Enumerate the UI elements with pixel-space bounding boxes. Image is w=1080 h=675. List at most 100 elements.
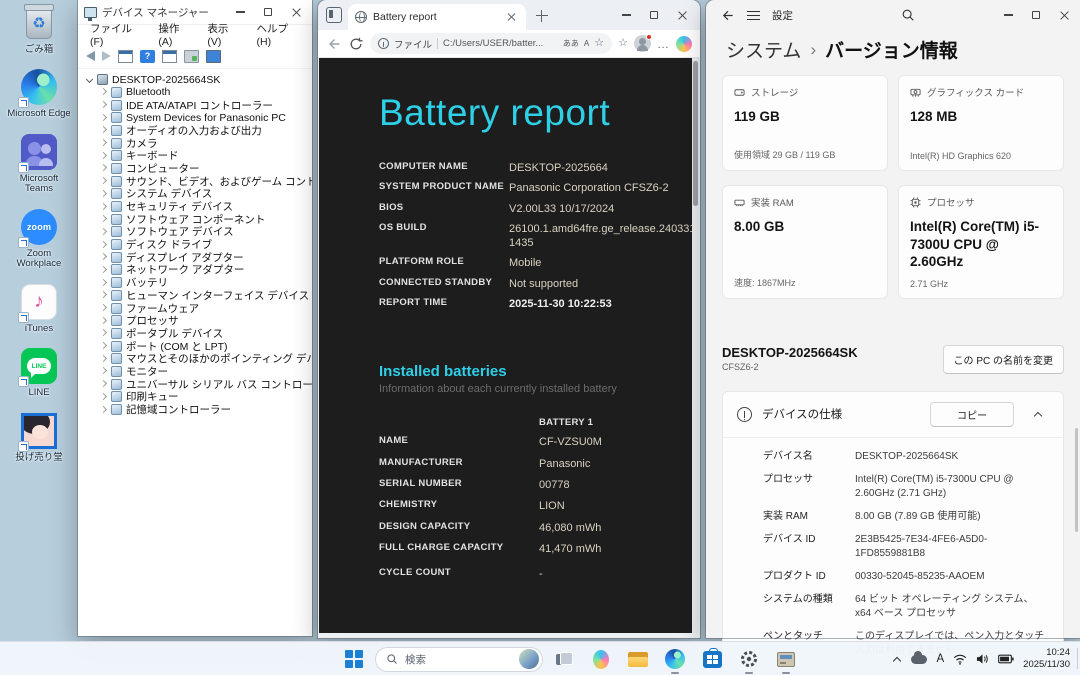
- desktop-icon-line[interactable]: LINE LINE: [5, 347, 73, 398]
- collapse-chevron-icon[interactable]: [1034, 410, 1043, 419]
- expand-chevron-icon[interactable]: [98, 289, 110, 301]
- browser-menu-icon[interactable]: …: [657, 37, 670, 51]
- file-explorer-button[interactable]: [622, 644, 654, 674]
- expand-chevron-icon[interactable]: [98, 175, 110, 187]
- browser-tab[interactable]: Battery report: [348, 4, 526, 30]
- read-aloud-icon[interactable]: A: [584, 39, 589, 48]
- task-view-button[interactable]: [548, 644, 580, 674]
- tree-item[interactable]: キーボード: [98, 149, 312, 162]
- rename-pc-button[interactable]: この PC の名前を変更: [942, 344, 1064, 374]
- tree-item[interactable]: 印刷キュー: [98, 391, 312, 403]
- copy-button[interactable]: コピー: [930, 401, 1014, 427]
- expand-chevron-icon[interactable]: [98, 340, 110, 352]
- tree-item[interactable]: ソフトウェア デバイス: [98, 226, 312, 238]
- close-button[interactable]: [1050, 4, 1078, 26]
- expand-chevron-icon[interactable]: [98, 213, 110, 225]
- tree-item[interactable]: 記憶域コントローラー: [98, 403, 312, 416]
- tree-item[interactable]: System Devices for Panasonic PC: [98, 111, 312, 124]
- tree-item[interactable]: ヒューマン インターフェイス デバイス: [98, 289, 312, 302]
- scan-hardware-icon[interactable]: [184, 49, 199, 63]
- expand-chevron-icon[interactable]: [98, 378, 110, 390]
- tree-item[interactable]: マウスとそのほかのポインティング デバイス: [98, 352, 312, 365]
- settings-scrollbar[interactable]: [1075, 428, 1078, 532]
- collapse-chevron-icon[interactable]: [84, 74, 96, 86]
- tree-item[interactable]: Bluetooth: [98, 86, 312, 99]
- tree-item[interactable]: システム デバイス: [98, 188, 312, 200]
- site-info-icon[interactable]: [378, 38, 389, 49]
- desktop-icon-zoom[interactable]: zoom Zoom Workplace: [5, 208, 73, 270]
- tree-item[interactable]: モニター: [98, 365, 312, 378]
- menu-item[interactable]: ファイル(F): [82, 19, 150, 50]
- expand-chevron-icon[interactable]: [98, 201, 110, 213]
- scrollbar-thumb[interactable]: [693, 61, 698, 206]
- desktop-icon-recycle-bin[interactable]: ♻ ごみ箱: [5, 4, 73, 55]
- menu-item[interactable]: ヘルプ(H): [248, 19, 308, 50]
- back-icon[interactable]: [720, 8, 735, 23]
- expand-chevron-icon[interactable]: [98, 315, 110, 327]
- ime-indicator[interactable]: A: [936, 653, 944, 665]
- expand-chevron-icon[interactable]: [98, 226, 110, 238]
- console-window-icon[interactable]: [118, 49, 133, 63]
- settings-button[interactable]: [733, 644, 765, 674]
- minimize-button[interactable]: [226, 1, 254, 23]
- expand-chevron-icon[interactable]: [98, 264, 110, 276]
- minimize-button[interactable]: [994, 4, 1022, 26]
- settings-titlebar[interactable]: 設定: [706, 0, 1080, 30]
- expand-chevron-icon[interactable]: [98, 86, 110, 98]
- tree-item[interactable]: ネットワーク アダプター: [98, 264, 312, 276]
- expand-chevron-icon[interactable]: [98, 124, 110, 136]
- expand-chevron-icon[interactable]: [98, 162, 110, 174]
- wifi-icon[interactable]: [953, 653, 967, 665]
- expand-chevron-icon[interactable]: [98, 251, 110, 263]
- forward-icon[interactable]: [102, 51, 111, 61]
- tree-item[interactable]: プロセッサ: [98, 314, 312, 327]
- tree-item[interactable]: オーディオの入力および出力: [98, 124, 312, 137]
- back-icon[interactable]: [86, 51, 95, 61]
- copilot-button[interactable]: [585, 644, 617, 674]
- tree-root-node[interactable]: DESKTOP-2025664SK: [84, 73, 312, 86]
- desktop-icon-teams[interactable]: Microsoft Teams: [5, 133, 73, 195]
- copilot-icon[interactable]: [676, 35, 692, 52]
- address-bar[interactable]: ファイル C:/Users/USER/batter... ああ A ☆: [370, 33, 613, 54]
- navigation-menu-icon[interactable]: [747, 10, 760, 20]
- tree-item[interactable]: コンピューター: [98, 162, 312, 175]
- tree-item[interactable]: セキュリティ デバイス: [98, 200, 312, 213]
- maximize-button[interactable]: [640, 4, 668, 26]
- refresh-icon[interactable]: [348, 36, 364, 52]
- tab-actions-icon[interactable]: [326, 7, 342, 23]
- page-scrollbar[interactable]: [692, 58, 699, 633]
- computer-icon[interactable]: [206, 49, 221, 63]
- favorites-bar-icon[interactable]: ☆: [618, 38, 628, 49]
- close-button[interactable]: [282, 1, 310, 23]
- expand-chevron-icon[interactable]: [98, 150, 110, 162]
- expand-chevron-icon[interactable]: [98, 391, 110, 403]
- expand-chevron-icon[interactable]: [98, 188, 110, 200]
- search-highlight-image[interactable]: [519, 649, 539, 669]
- expand-chevron-icon[interactable]: [98, 302, 110, 314]
- expand-chevron-icon[interactable]: [98, 353, 110, 365]
- tree-item[interactable]: ポート (COM と LPT): [98, 340, 312, 352]
- taskbar-clock[interactable]: 10:24 2025/11/30: [1023, 647, 1074, 672]
- expand-chevron-icon[interactable]: [98, 239, 110, 251]
- edge-button[interactable]: [659, 644, 691, 674]
- maximize-button[interactable]: [254, 1, 282, 23]
- taskbar-search-box[interactable]: 検索: [375, 646, 543, 672]
- speaker-icon[interactable]: [976, 653, 989, 665]
- tray-overflow-chevron-icon[interactable]: [893, 655, 902, 664]
- desktop-icon-edge[interactable]: Microsoft Edge: [5, 68, 73, 119]
- tab-close-icon[interactable]: [505, 10, 519, 24]
- expand-chevron-icon[interactable]: [98, 327, 110, 339]
- new-tab-button[interactable]: [534, 8, 550, 24]
- device-manager-button[interactable]: [770, 644, 802, 674]
- tree-item[interactable]: ディスク ドライブ: [98, 238, 312, 251]
- desktop-icon-itunes[interactable]: ♪ iTunes: [5, 283, 73, 334]
- expand-chevron-icon[interactable]: [98, 112, 110, 124]
- expand-chevron-icon[interactable]: [98, 137, 110, 149]
- tree-item[interactable]: カメラ: [98, 137, 312, 149]
- menu-item[interactable]: 操作(A): [150, 19, 199, 50]
- tree-item[interactable]: ファームウェア: [98, 302, 312, 314]
- properties-window-icon[interactable]: [162, 49, 177, 63]
- maximize-button[interactable]: [1022, 4, 1050, 26]
- tree-item[interactable]: ディスプレイ アダプター: [98, 251, 312, 264]
- tree-item[interactable]: バッテリ: [98, 276, 312, 289]
